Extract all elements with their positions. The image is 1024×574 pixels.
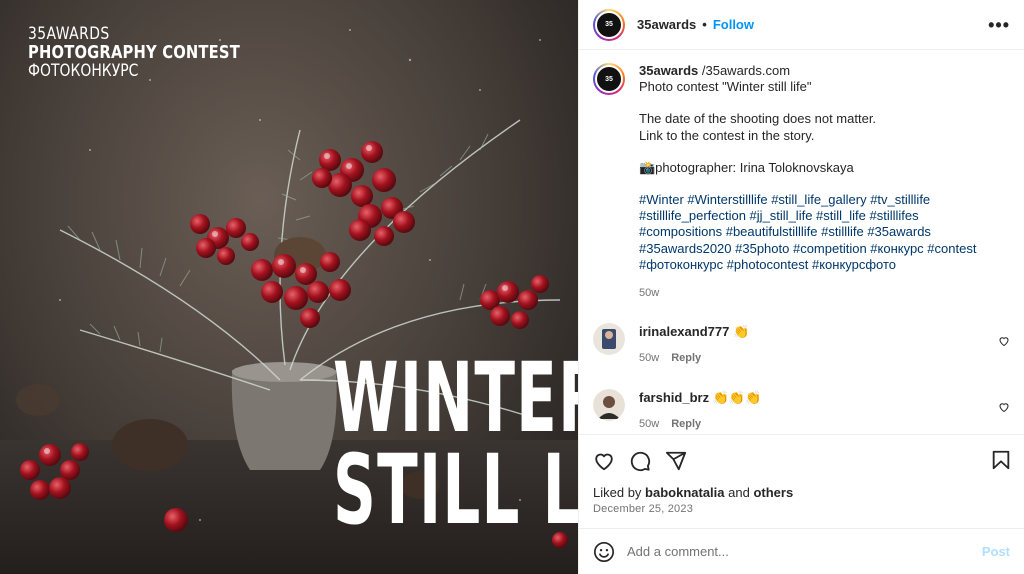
likes-others[interactable]: others bbox=[753, 485, 793, 500]
like-comment-heart-icon[interactable] bbox=[998, 335, 1010, 347]
hashtag-line[interactable]: #compositions #beautifulstilllife #still… bbox=[639, 224, 976, 240]
avatar[interactable] bbox=[593, 323, 625, 356]
likes-prefix: Liked by bbox=[593, 485, 646, 500]
like-heart-icon[interactable] bbox=[593, 450, 615, 472]
comment-username[interactable]: farshid_brz bbox=[639, 390, 709, 405]
separator-dot: • bbox=[702, 17, 707, 32]
comment: farshid_brz 👏👏👏 50w Reply bbox=[593, 389, 1010, 433]
caption: 35 35awards /35awards.com Photo contest … bbox=[593, 63, 1010, 301]
comment-body: farshid_brz 👏👏👏 50w Reply bbox=[639, 389, 761, 433]
hashtag-line[interactable]: #35awards2020 #35photo #competition #кон… bbox=[639, 241, 976, 257]
add-comment-bar: Add a comment... Post bbox=[579, 528, 1024, 574]
comment-body: irinalexand777 👏 50w Reply bbox=[639, 323, 749, 367]
post-date[interactable]: December 25, 2023 bbox=[593, 503, 693, 515]
post-header: 35 35awards • Follow ••• bbox=[579, 0, 1024, 50]
avatar[interactable]: 35 bbox=[593, 8, 625, 41]
liked-by-user[interactable]: baboknatalia bbox=[645, 485, 724, 500]
comment-age[interactable]: 50w bbox=[639, 352, 659, 364]
contest-brand: 35AWARDS PHOTOGRAPHY CONTEST ФОТОКОНКУРС bbox=[28, 25, 286, 81]
more-options-icon[interactable]: ••• bbox=[988, 15, 1010, 36]
post-image[interactable]: 35AWARDS PHOTOGRAPHY CONTEST ФОТОКОНКУРС… bbox=[0, 0, 578, 574]
avatar[interactable]: 35 bbox=[593, 63, 625, 95]
comment-bubble-icon[interactable] bbox=[629, 450, 651, 472]
likes-summary[interactable]: Liked by baboknatalia and others bbox=[593, 485, 793, 500]
reply-button[interactable]: Reply bbox=[671, 352, 701, 364]
action-bar bbox=[579, 434, 1024, 486]
comment-text: 👏 bbox=[729, 324, 750, 340]
follow-button[interactable]: Follow bbox=[713, 17, 754, 32]
avatar-text: 35 bbox=[605, 75, 613, 83]
likes-middle: and bbox=[724, 485, 754, 500]
header-username[interactable]: 35awards bbox=[637, 17, 696, 32]
caption-line: Photo contest "Winter still life" bbox=[639, 79, 812, 95]
caption-line: 📸photographer: Irina Toloknovskaya bbox=[639, 159, 854, 175]
avatar[interactable] bbox=[593, 389, 625, 422]
brand-subtitle-ru: ФОТОКОНКУРС bbox=[28, 60, 139, 81]
image-title-line2: STILL LIFE bbox=[333, 434, 578, 547]
reply-button[interactable]: Reply bbox=[671, 418, 701, 430]
caption-age[interactable]: 50w bbox=[639, 285, 976, 301]
caption-body: 35awards /35awards.com Photo contest "Wi… bbox=[639, 63, 976, 301]
caption-line: The date of the shooting does not matter… bbox=[639, 111, 877, 127]
hashtag-line[interactable]: #Winter #Winterstilllife #still_life_gal… bbox=[639, 192, 976, 208]
caption-username[interactable]: 35awards bbox=[639, 63, 698, 78]
share-send-icon[interactable] bbox=[665, 450, 687, 472]
image-title: WINTER STILL LIFE bbox=[200, 342, 578, 547]
post-comment-button[interactable]: Post bbox=[982, 544, 1010, 559]
comment-username[interactable]: irinalexand777 bbox=[639, 324, 729, 339]
hashtags[interactable]: #Winter #Winterstilllife #still_life_gal… bbox=[639, 192, 976, 273]
emoji-icon[interactable] bbox=[593, 541, 615, 563]
post-panel: 35 35awards • Follow ••• 35 35awards /35… bbox=[578, 0, 1024, 574]
save-bookmark-icon[interactable] bbox=[990, 449, 1012, 471]
image-title-line1: WINTER bbox=[333, 342, 578, 454]
like-comment-heart-icon[interactable] bbox=[998, 401, 1010, 413]
comments-section[interactable]: 35 35awards /35awards.com Photo contest … bbox=[579, 51, 1024, 433]
comment-age[interactable]: 50w bbox=[639, 418, 659, 430]
comment-text: 👏👏👏 bbox=[709, 390, 762, 406]
caption-link: /35awards.com bbox=[698, 63, 791, 78]
hashtag-line[interactable]: #stilllife_perfection #jj_still_life #st… bbox=[639, 208, 976, 224]
add-comment-input[interactable]: Add a comment... bbox=[627, 544, 982, 559]
caption-line: Link to the contest in the story. bbox=[639, 127, 815, 143]
hashtag-line[interactable]: #фотоконкурс #photocontest #конкурсфото bbox=[639, 257, 976, 273]
avatar-text: 35 bbox=[605, 21, 613, 28]
comment: irinalexand777 👏 50w Reply bbox=[593, 323, 1010, 367]
